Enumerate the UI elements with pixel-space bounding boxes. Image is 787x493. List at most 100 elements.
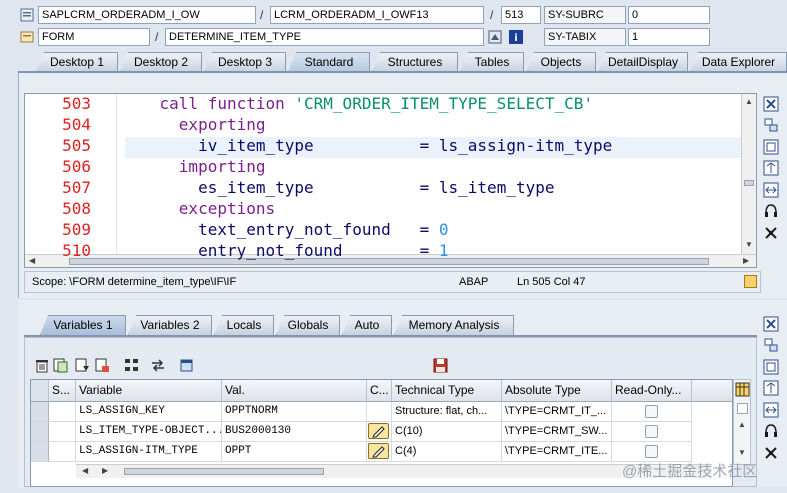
close-tool-icon[interactable] <box>763 96 779 112</box>
sy-subrc-value[interactable]: 0 <box>628 6 710 24</box>
tab-variables-2[interactable]: Variables 2 <box>128 315 212 335</box>
scroll-up-arrow-icon[interactable]: ▲ <box>745 97 753 106</box>
split-vertical-icon[interactable] <box>763 160 779 176</box>
event-type-field[interactable]: FORM <box>38 28 150 46</box>
close-variables-icon[interactable] <box>763 316 779 332</box>
hierarchy-icon[interactable] <box>124 358 140 376</box>
column-header-read-only[interactable]: Read-Only... <box>612 380 692 402</box>
tab-tables[interactable]: Tables <box>460 52 524 72</box>
variable-name-cell[interactable]: LS_ITEM_TYPE-OBJECT... <box>76 422 222 442</box>
tab-memory-analysis[interactable]: Memory Analysis <box>394 315 514 335</box>
copy-value-icon[interactable] <box>53 358 68 376</box>
code-line[interactable]: exporting <box>121 115 266 134</box>
pencil-icon[interactable] <box>368 443 389 459</box>
split-horizontal-variables-icon[interactable] <box>763 402 779 418</box>
variable-value-cell[interactable]: OPPT <box>222 442 367 462</box>
column-header-select[interactable] <box>31 380 49 402</box>
code-line[interactable]: iv_item_type = ls_assign-itm_type <box>121 136 612 155</box>
grid-vertical-scrollbar[interactable]: ▲ ▼ <box>733 379 751 465</box>
status-cell <box>49 422 76 442</box>
maximize-tool-icon[interactable] <box>763 139 779 155</box>
grid-scroll-down-icon[interactable]: ▼ <box>738 448 746 457</box>
read-only-checkbox[interactable] <box>645 405 658 418</box>
tab-objects[interactable]: Objects <box>526 52 596 72</box>
notes-icon[interactable] <box>744 275 757 288</box>
headset-variables-icon[interactable] <box>763 423 779 439</box>
tab-auto[interactable]: Auto <box>342 315 392 335</box>
delete-icon[interactable] <box>35 358 49 376</box>
read-only-checkbox[interactable] <box>645 445 658 458</box>
watermark-text: @稀土掘金技术社区 <box>622 463 758 480</box>
code-token: exceptions <box>178 199 276 218</box>
tab-desktop-2[interactable]: Desktop 2 <box>120 52 202 72</box>
swap-variables-icon[interactable] <box>763 337 779 353</box>
program-name-field[interactable]: SAPLCRM_ORDERADM_I_OW <box>38 6 256 24</box>
code-token: text_entry_not_found <box>198 220 420 239</box>
transfer-icon[interactable] <box>150 358 166 376</box>
tab-structures[interactable]: Structures <box>372 52 458 72</box>
tools-variables-icon[interactable] <box>763 445 779 461</box>
variable-value-cell[interactable]: OPPTNORM <box>222 402 367 422</box>
grid-scroll-thumb[interactable] <box>737 403 748 414</box>
maximize-variables-icon[interactable] <box>763 359 779 375</box>
tab-detail-display[interactable]: DetailDisplay <box>598 52 688 72</box>
source-code-editor[interactable]: ▲ ▼ ◀ ▶ 503 call function 'CRM_ORDER_ITE… <box>24 93 757 268</box>
column-header-variable[interactable]: Variable <box>76 380 222 402</box>
include-name-field[interactable]: LCRM_ORDERADM_I_OWF13 <box>270 6 484 24</box>
grid-hscroll-thumb[interactable] <box>124 468 324 475</box>
variable-value-cell[interactable]: BUS2000130 <box>222 422 367 442</box>
variable-name-cell[interactable]: LS_ASSIGN-ITM_TYPE <box>76 442 222 462</box>
settings-window-icon[interactable] <box>179 358 194 376</box>
row-selector[interactable] <box>31 422 49 442</box>
tab-desktop-3[interactable]: Desktop 3 <box>204 52 286 72</box>
column-header-status[interactable]: S... <box>49 380 76 402</box>
sy-tabix-value[interactable]: 1 <box>628 28 710 46</box>
code-line[interactable]: text_entry_not_found = 0 <box>121 220 448 239</box>
save-icon[interactable] <box>433 358 448 376</box>
headset-icon[interactable] <box>763 203 779 219</box>
info-icon[interactable]: i <box>509 30 523 44</box>
grid-horizontal-scrollbar[interactable]: ◀ ▶ <box>76 464 712 478</box>
tab-data-explorer[interactable]: Data Explorer <box>690 52 787 72</box>
tools-icon[interactable] <box>763 225 779 241</box>
tab-locals[interactable]: Locals <box>214 315 274 335</box>
grid-scroll-left-icon[interactable]: ◀ <box>82 466 88 475</box>
split-vertical-variables-icon[interactable] <box>763 380 779 396</box>
tab-variables-1[interactable]: Variables 1 <box>40 315 126 335</box>
code-line[interactable]: es_item_type = ls_item_type <box>121 178 554 197</box>
column-header-absolute-type[interactable]: Absolute Type <box>502 380 612 402</box>
tab-globals[interactable]: Globals <box>276 315 340 335</box>
line-number-field[interactable]: 513 <box>501 6 541 24</box>
read-only-checkbox[interactable] <box>645 425 658 438</box>
event-name-field[interactable]: DETERMINE_ITEM_TYPE <box>165 28 484 46</box>
read-only-cell <box>612 402 692 422</box>
save-variables-icon[interactable] <box>75 358 90 376</box>
code-line[interactable]: importing <box>121 157 266 176</box>
display-object-icon[interactable] <box>488 30 502 44</box>
variable-name-cell[interactable]: LS_ASSIGN_KEY <box>76 402 222 422</box>
code-line[interactable]: call function 'CRM_ORDER_ITEM_TYPE_SELEC… <box>121 94 593 113</box>
scroll-thumb[interactable] <box>744 180 754 186</box>
row-selector[interactable] <box>31 442 49 462</box>
row-selector[interactable] <box>31 402 49 422</box>
grid-layout-icon[interactable] <box>735 382 750 400</box>
swap-tool-icon[interactable] <box>763 117 779 133</box>
grid-scroll-right-icon[interactable]: ▶ <box>102 466 108 475</box>
split-horizontal-icon[interactable] <box>763 182 779 198</box>
column-header-technical-type[interactable]: Technical Type <box>392 380 502 402</box>
grid-scroll-up-icon[interactable]: ▲ <box>738 420 746 429</box>
tab-desktop-1[interactable]: Desktop 1 <box>36 52 118 72</box>
pencil-icon[interactable] <box>368 423 389 439</box>
column-header-value[interactable]: Val. <box>222 380 367 402</box>
code-line[interactable]: entry_not_found = 1 <box>121 241 448 260</box>
code-token: = <box>419 241 439 260</box>
tab-standard[interactable]: Standard <box>288 52 370 72</box>
editor-vertical-scrollbar[interactable]: ▲ ▼ <box>741 94 756 254</box>
load-variables-icon[interactable] <box>95 358 110 376</box>
column-header-change[interactable]: C... <box>367 380 392 402</box>
scope-text: Scope: \FORM determine_item_type\IF\IF <box>32 276 237 288</box>
code-line[interactable]: exceptions <box>121 199 275 218</box>
scroll-down-arrow-icon[interactable]: ▼ <box>745 240 753 249</box>
scroll-right-arrow-icon[interactable]: ▶ <box>743 256 749 265</box>
